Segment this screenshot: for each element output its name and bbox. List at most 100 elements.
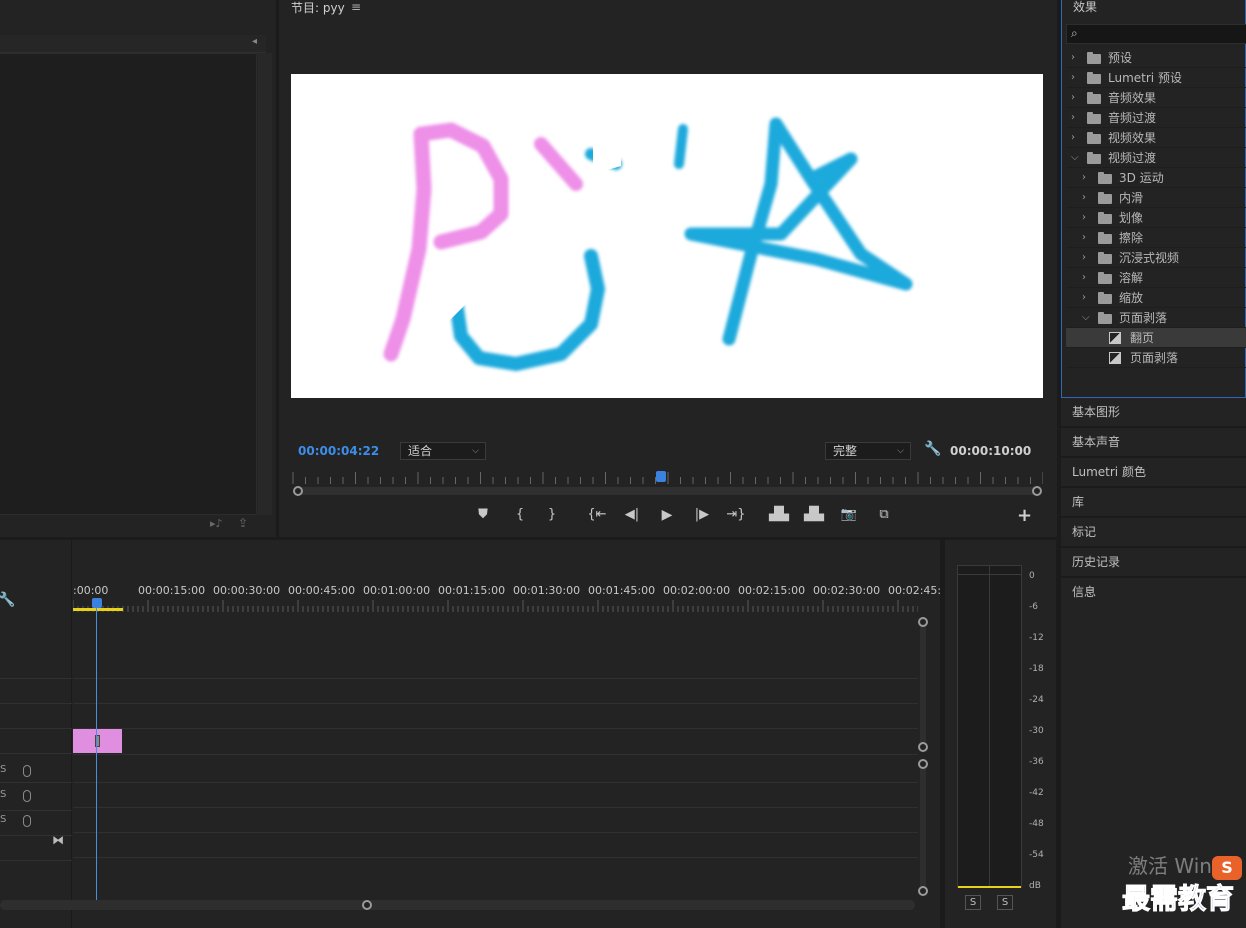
program-mini-ruler[interactable] — [291, 470, 1043, 484]
microphone-icon[interactable] — [23, 790, 31, 802]
go-to-out-icon[interactable]: ⇥} — [725, 505, 747, 525]
ruler-label: 00:01:45:00 — [588, 584, 656, 597]
timeline-playhead[interactable] — [92, 598, 102, 608]
microphone-icon[interactable] — [23, 815, 31, 827]
video-tracks-scrollbar[interactable] — [920, 622, 926, 747]
scrub-end-handle[interactable] — [1032, 486, 1042, 496]
effects-item[interactable]: › 预设 — [1066, 48, 1246, 68]
effects-item[interactable]: › Lumetri 预设 — [1066, 68, 1246, 88]
side-tab[interactable]: 标记 — [1061, 518, 1246, 546]
ruler-label: 00:01:00:00 — [363, 584, 431, 597]
lift-icon[interactable]: ▟▙ — [768, 505, 790, 525]
side-tab[interactable]: 基本图形 — [1061, 398, 1246, 426]
microphone-icon[interactable] — [23, 765, 31, 777]
current-timecode[interactable]: 00:00:04:22 — [298, 444, 379, 458]
audio-export-icon[interactable]: ▸♪ — [210, 517, 223, 530]
comparison-view-icon[interactable]: ⧉ — [873, 505, 895, 525]
vscroll-top-handle[interactable] — [918, 759, 928, 769]
program-playhead[interactable] — [655, 471, 666, 482]
effects-item[interactable]: › 视频效果 — [1066, 128, 1246, 148]
side-tab[interactable]: 信息 — [1061, 578, 1246, 606]
step-back-icon[interactable]: ◀| — [621, 505, 643, 525]
effects-item[interactable]: › 沉浸式视频 — [1066, 248, 1246, 268]
timeline-tracks[interactable] — [73, 612, 918, 902]
effects-title[interactable]: 效果 — [1073, 0, 1097, 15]
effects-item-label: 内滑 — [1119, 191, 1144, 205]
audio-track-solo[interactable]: S — [0, 814, 6, 825]
audio-track-solo[interactable]: S — [0, 764, 6, 775]
ruler-label: 00:00:30:00 — [213, 584, 281, 597]
effects-item[interactable]: 翻页 — [1066, 328, 1246, 348]
effects-item[interactable]: › 划像 — [1066, 208, 1246, 228]
effects-item[interactable]: › 3D 运动 — [1066, 168, 1246, 188]
timeline-horizontal-scrollbar[interactable] — [0, 900, 915, 910]
side-tab[interactable]: 库 — [1061, 488, 1246, 516]
collapse-icon[interactable]: ◂ — [252, 36, 257, 47]
chevron-right-icon[interactable]: › — [1082, 268, 1086, 288]
extract-icon[interactable]: ▟▙ — [803, 505, 825, 525]
program-scrub-bar[interactable] — [298, 487, 1038, 495]
effects-item[interactable]: › 音频过渡 — [1066, 108, 1246, 128]
source-panel-scrollbar[interactable] — [258, 53, 272, 515]
vscroll-bottom-handle[interactable] — [918, 886, 928, 896]
quality-select[interactable]: 完整 ⌵ — [825, 442, 911, 460]
ruler-label: 00:02:45: — [888, 584, 942, 597]
side-tab[interactable]: 基本声音 — [1061, 428, 1246, 456]
wrench-icon[interactable]: 🔧 — [924, 441, 941, 457]
chevron-right-icon[interactable]: › — [1082, 288, 1086, 308]
chevron-right-icon[interactable]: › — [1071, 68, 1075, 88]
audio-track-solo[interactable]: S — [0, 789, 6, 800]
share-icon[interactable]: ⇪ — [238, 516, 248, 530]
hscroll-handle[interactable] — [362, 900, 372, 910]
side-tab[interactable]: 历史记录 — [1061, 548, 1246, 576]
mark-out-icon[interactable]: } — [541, 505, 563, 525]
chevron-right-icon[interactable]: › — [1082, 248, 1086, 268]
chevron-right-icon[interactable]: › — [1071, 128, 1075, 148]
audio-tracks-scrollbar[interactable] — [920, 764, 926, 891]
zoom-select[interactable]: 适合 ⌵ — [400, 442, 486, 460]
effects-item[interactable]: › 缩放 — [1066, 288, 1246, 308]
effects-item[interactable]: ⌵ 视频过渡 — [1066, 148, 1246, 168]
folder-icon — [1087, 132, 1101, 144]
side-tab[interactable]: Lumetri 颜色 — [1061, 458, 1246, 486]
hamburger-icon[interactable]: ≡ — [351, 0, 361, 14]
vscroll-top-handle[interactable] — [918, 617, 928, 627]
solo-left-button[interactable]: S — [965, 895, 981, 910]
play-icon[interactable]: ▶ — [656, 505, 678, 525]
track-divider — [73, 807, 918, 808]
effects-item[interactable]: › 音频效果 — [1066, 88, 1246, 108]
chevron-down-icon[interactable]: ⌵ — [1071, 148, 1079, 168]
add-marker-icon[interactable]: ⛊ — [472, 505, 494, 525]
work-area-bar[interactable] — [73, 608, 123, 611]
wrench-icon[interactable]: 🔧 — [0, 592, 15, 608]
chevron-right-icon[interactable]: › — [1082, 188, 1086, 208]
scrub-start-handle[interactable] — [293, 486, 303, 496]
effects-item-label: 视频效果 — [1108, 131, 1157, 145]
chevron-right-icon[interactable]: › — [1082, 228, 1086, 248]
program-title[interactable]: 节目: pyy — [291, 0, 345, 16]
chevron-right-icon[interactable]: › — [1071, 88, 1075, 108]
solo-right-button[interactable]: S — [997, 895, 1013, 910]
camera-icon[interactable]: 📷 — [838, 505, 860, 525]
master-track-icon[interactable]: ⧓ — [52, 833, 64, 847]
add-button[interactable]: + — [1017, 505, 1032, 526]
chevron-down-icon[interactable]: ⌵ — [1082, 308, 1090, 328]
mark-in-icon[interactable]: { — [509, 505, 531, 525]
chevron-right-icon[interactable]: › — [1082, 208, 1086, 228]
source-panel: ◂ ▸♪ ⇪ — [0, 0, 276, 537]
effects-item[interactable]: › 溶解 — [1066, 268, 1246, 288]
vscroll-bottom-handle[interactable] — [918, 742, 928, 752]
effects-item[interactable]: › 内滑 — [1066, 188, 1246, 208]
effects-item[interactable]: ⌵ 页面剥落 — [1066, 308, 1246, 328]
effects-item[interactable]: 页面剥落 — [1066, 348, 1246, 368]
chevron-right-icon[interactable]: › — [1071, 48, 1075, 68]
meter-peak-line — [957, 574, 1022, 575]
effects-item[interactable]: › 擦除 — [1066, 228, 1246, 248]
search-icon: ⌕ — [1071, 26, 1078, 40]
chevron-right-icon[interactable]: › — [1071, 108, 1075, 128]
go-to-in-icon[interactable]: {⇤ — [586, 505, 608, 525]
effects-search-input[interactable]: ⌕ — [1066, 24, 1246, 44]
chevron-right-icon[interactable]: › — [1082, 168, 1086, 188]
step-forward-icon[interactable]: |▶ — [691, 505, 713, 525]
timeline-ruler[interactable]: :00:00 00:00:15:00 00:00:30:00 00:00:45:00 0… — [73, 580, 941, 612]
